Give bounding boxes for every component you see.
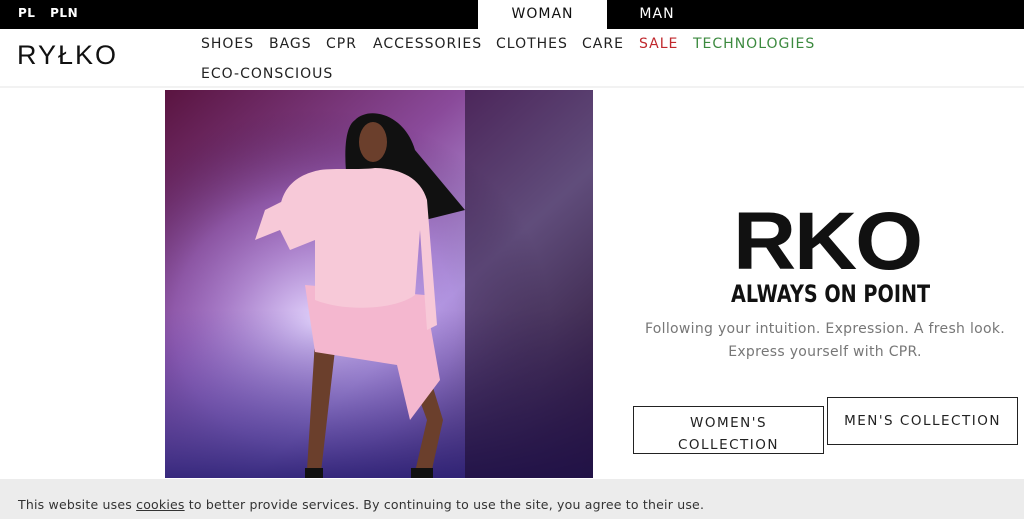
rko-brand-mark: RKO: [733, 205, 923, 277]
currency-selector[interactable]: PLN: [50, 6, 78, 20]
nav-item-bags[interactable]: BAGS: [269, 36, 312, 52]
top-bar: PL PLN WOMAN MAN: [0, 0, 1024, 29]
cookie-message: This website uses cookies to better prov…: [18, 497, 704, 512]
locale-switcher[interactable]: PL PLN: [18, 6, 88, 20]
womens-collection-label-line-1: WOMEN'S: [689, 415, 768, 431]
nav-item-sale[interactable]: SALE: [639, 36, 678, 52]
nav-item-accessories[interactable]: ACCESSORIES: [373, 36, 482, 52]
cookie-text-after: to better provide services. By continuin…: [184, 497, 705, 512]
tab-man[interactable]: MAN: [607, 0, 707, 29]
cookies-link[interactable]: cookies: [136, 497, 184, 512]
nav-item-technologies[interactable]: TECHNOLOGIES: [693, 36, 815, 52]
hero-campaign-image[interactable]: [165, 90, 593, 478]
nav-item-care[interactable]: CARE: [582, 36, 624, 52]
language-selector[interactable]: PL: [18, 6, 35, 20]
brand-name: RKO: [733, 205, 921, 277]
cookie-banner: This website uses cookies to better prov…: [0, 479, 1024, 519]
mens-collection-button[interactable]: MEN'S COLLECTION: [827, 397, 1018, 445]
site-logo[interactable]: RYŁKO: [17, 40, 118, 71]
nav-item-cpr[interactable]: CPR: [326, 36, 357, 52]
promo-tagline: ALWAYS ON POINT: [731, 280, 931, 308]
promo-copy-line-2: Express yourself with CPR.: [728, 344, 922, 360]
promo-description: Following your intuition. Expression. A …: [630, 318, 1020, 364]
nav-item-eco-conscious[interactable]: ECO-CONSCIOUS: [201, 66, 333, 82]
womens-collection-label-line-2: COLLECTION: [677, 437, 779, 453]
tab-woman[interactable]: WOMAN: [478, 0, 607, 29]
cookie-text-before: This website uses: [18, 497, 137, 512]
promo-copy-line-1: Following your intuition. Expression. A …: [644, 321, 1006, 337]
nav-item-clothes[interactable]: CLOTHES: [496, 36, 568, 52]
header-divider: [0, 86, 1024, 88]
nav-item-shoes[interactable]: SHOES: [201, 36, 254, 52]
womens-collection-button[interactable]: WOMEN'S COLLECTION: [633, 406, 824, 454]
